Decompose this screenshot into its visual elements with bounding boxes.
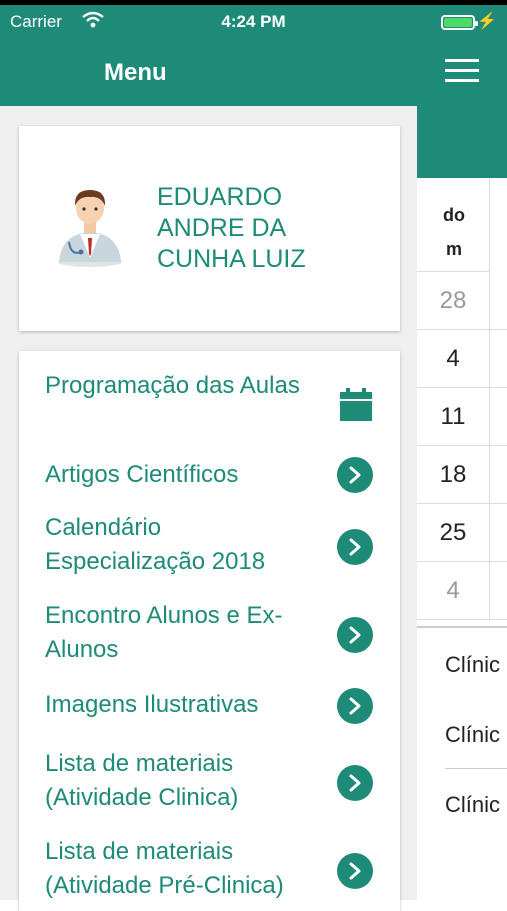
menu-item-calendario[interactable]: Calendário Especialização 2018 (19, 511, 400, 583)
charging-icon: ⚡ (477, 13, 497, 30)
menu-item-lista-pre-clinica[interactable]: Lista de materiais (Atividade Pré-Clinic… (19, 835, 400, 907)
menu-title: Menu (104, 59, 167, 86)
event-item[interactable]: Clínic (445, 792, 500, 818)
divider (417, 626, 507, 628)
menu-item-label: Artigos Científicos (45, 461, 239, 488)
calendar-cell[interactable] (490, 504, 507, 562)
menu-item-artigos[interactable]: Artigos Científicos (19, 455, 400, 495)
menu-item-label: Calendário Especialização 2018 (45, 514, 266, 575)
status-bar: Carrier 4:24 PM ⚡ (0, 0, 507, 38)
menu-item-lista-clinica[interactable]: Lista de materiais (Atividade Clinica) (19, 747, 400, 819)
calendar-day-header: do m (417, 178, 490, 272)
menu-item-encontro[interactable]: Encontro Alunos e Ex-Alunos (19, 599, 400, 671)
hamburger-menu-icon[interactable] (445, 59, 479, 83)
divider (445, 768, 507, 769)
menu-item-programacao[interactable]: Programação das Aulas (19, 367, 400, 441)
calendar-day[interactable]: 4 (417, 562, 490, 620)
weekday-label: do m (443, 205, 465, 259)
menu-header: Menu (0, 38, 417, 106)
calendar-day[interactable]: 18 (417, 446, 490, 504)
calendar-day[interactable]: 28 (417, 272, 490, 330)
calendar-cell[interactable] (490, 562, 507, 620)
chevron-right-icon (337, 853, 373, 889)
chevron-right-icon (337, 529, 373, 565)
user-name: EDUARDO ANDRE DA CUNHA LUIZ (157, 183, 306, 273)
calendar-day[interactable]: 11 (417, 388, 490, 446)
side-drawer: EDUARDO ANDRE DA CUNHA LUIZ Programação … (0, 106, 417, 911)
menu-item-imagens[interactable]: Imagens Ilustrativas (19, 686, 400, 726)
event-item[interactable]: Clínic (445, 722, 500, 748)
calendar-cell[interactable] (490, 388, 507, 446)
calendar-day[interactable]: 4 (417, 330, 490, 388)
menu-item-label: Programação das Aulas (45, 372, 300, 399)
chevron-right-icon (337, 688, 373, 724)
doctor-avatar-icon (55, 182, 125, 268)
clock: 4:24 PM (221, 12, 286, 31)
event-item[interactable]: Clínic (445, 652, 500, 678)
profile-card: EDUARDO ANDRE DA CUNHA LUIZ (19, 126, 400, 331)
calendar-cell[interactable] (490, 446, 507, 504)
calendar-cell[interactable] (490, 272, 507, 330)
calendar-header-band (417, 106, 507, 178)
main-header (417, 38, 507, 106)
battery-icon (441, 15, 478, 30)
chevron-right-icon (337, 765, 373, 801)
menu-list: Programação das Aulas Artigos Científico… (19, 351, 400, 911)
calendar-day[interactable]: 25 (417, 504, 490, 562)
menu-item-label: Lista de materiais (Atividade Clinica) (45, 750, 239, 811)
main-content: do m 28 4 11 18 25 4 Clínic Clínic Clíni… (417, 106, 507, 900)
calendar-cell[interactable] (490, 330, 507, 388)
menu-item-label: Lista de materiais (Atividade Pré-Clinic… (45, 838, 284, 899)
menu-item-label: Encontro Alunos e Ex-Alunos (45, 602, 283, 663)
chevron-right-icon (337, 617, 373, 653)
menu-item-label: Imagens Ilustrativas (45, 691, 259, 718)
chevron-right-icon (337, 457, 373, 493)
calendar-icon (339, 388, 373, 422)
